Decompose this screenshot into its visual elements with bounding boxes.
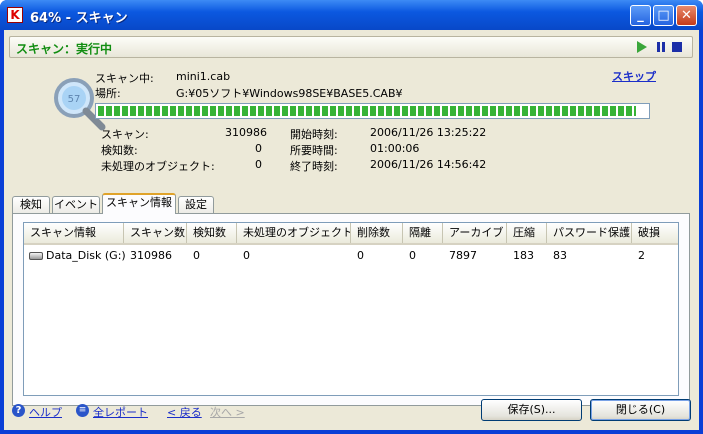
detected-value: 0: [255, 142, 262, 155]
pause-icon[interactable]: [656, 41, 668, 53]
current-file-value: mini1.cab: [176, 70, 231, 83]
scan-status-bar: スキャン：実行中: [9, 36, 693, 58]
tab-events[interactable]: イベント: [52, 196, 100, 213]
detected-label: 検知数:: [101, 144, 138, 157]
column-header[interactable]: スキャン数: [124, 223, 187, 243]
untreated-label: 未処理のオブジェクト:: [101, 160, 215, 173]
scan-info-table[interactable]: スキャン情報 スキャン数 検知数 未処理のオブジェクト 削除数 隔離 アーカイブ…: [23, 222, 679, 396]
stop-icon[interactable]: [672, 42, 682, 52]
untreated-value: 0: [255, 158, 262, 171]
help-icon[interactable]: ?: [12, 404, 25, 417]
play-icon[interactable]: [637, 41, 647, 53]
table-cell: 0: [193, 249, 200, 262]
location-value: G:¥05ソフト¥Windows98SE¥BASE5.CAB¥: [176, 87, 403, 100]
end-time-label: 終了時刻:: [290, 160, 338, 173]
table-cell: 183: [513, 249, 534, 262]
help-link[interactable]: ヘルプ: [29, 404, 62, 420]
column-header[interactable]: アーカイブ: [443, 223, 507, 243]
column-header[interactable]: 隔離: [403, 223, 443, 243]
save-button[interactable]: 保存(S)...: [481, 399, 582, 421]
next-link: 次へ >: [210, 406, 245, 419]
column-header[interactable]: スキャン情報: [24, 223, 124, 243]
scan-progress-fill: [98, 106, 637, 116]
scanned-value: 310986: [225, 126, 267, 139]
back-link[interactable]: < 戻る: [167, 404, 202, 420]
scan-window: K 64% - スキャン _ □ ✕ スキャン：実行中 57 スキャン中: mi…: [0, 0, 703, 434]
table-cell: 0: [243, 249, 250, 262]
column-header[interactable]: 削除数: [351, 223, 403, 243]
table-cell: 2: [638, 249, 645, 262]
window-client-area: スキャン：実行中 57 スキャン中: mini1.cab 場所: G:¥05ソフ…: [4, 30, 699, 430]
close-window-button[interactable]: ✕: [676, 5, 697, 26]
table-row[interactable]: Data_Disk (G:) 310986 0 0 0 0 7897 183 8…: [24, 247, 678, 265]
title-bar[interactable]: K 64% - スキャン _ □ ✕: [0, 0, 703, 30]
elapsed-time-label: 所要時間:: [290, 144, 338, 157]
elapsed-time-value: 01:00:06: [370, 142, 420, 155]
scanned-label: スキャン:: [101, 128, 149, 141]
scan-status-label: スキャン：実行中: [16, 42, 113, 56]
scan-icon-badge: 57: [68, 94, 81, 105]
table-cell: 7897: [449, 249, 477, 262]
column-header[interactable]: 圧縮: [507, 223, 547, 243]
column-header[interactable]: パスワード保護: [547, 223, 632, 243]
scan-info-panel: スキャン情報 スキャン数 検知数 未処理のオブジェクト 削除数 隔離 アーカイブ…: [12, 213, 690, 406]
table-cell: Data_Disk (G:): [46, 249, 126, 262]
table-header: スキャン情報 スキャン数 検知数 未処理のオブジェクト 削除数 隔離 アーカイブ…: [24, 223, 678, 245]
current-file-label: スキャン中:: [95, 72, 154, 85]
window-title: 64% - スキャン: [30, 11, 128, 26]
report-icon[interactable]: ≡: [76, 404, 89, 417]
table-cell: 0: [357, 249, 364, 262]
location-label: 場所:: [95, 87, 121, 100]
tab-settings[interactable]: 設定: [178, 196, 214, 213]
kaspersky-app-icon: K: [7, 7, 23, 23]
column-header[interactable]: 未処理のオブジェクト: [237, 223, 351, 243]
scan-progress-bar: [95, 103, 650, 119]
column-header[interactable]: 検知数: [187, 223, 237, 243]
skip-link[interactable]: スキップ: [612, 68, 656, 84]
column-header[interactable]: 破損: [632, 223, 678, 243]
close-button[interactable]: 閉じる(C): [590, 399, 691, 421]
tab-scan-info[interactable]: スキャン情報: [102, 193, 176, 214]
start-time-value: 2006/11/26 13:25:22: [370, 126, 487, 139]
end-time-value: 2006/11/26 14:56:42: [370, 158, 487, 171]
maximize-button[interactable]: □: [653, 5, 674, 26]
table-cell: 0: [409, 249, 416, 262]
tab-detection[interactable]: 検知: [12, 196, 50, 213]
full-report-link[interactable]: 全レポート: [93, 404, 148, 420]
table-cell: 310986: [130, 249, 172, 262]
table-cell: 83: [553, 249, 567, 262]
minimize-button[interactable]: _: [630, 5, 651, 26]
start-time-label: 開始時刻:: [290, 128, 338, 141]
